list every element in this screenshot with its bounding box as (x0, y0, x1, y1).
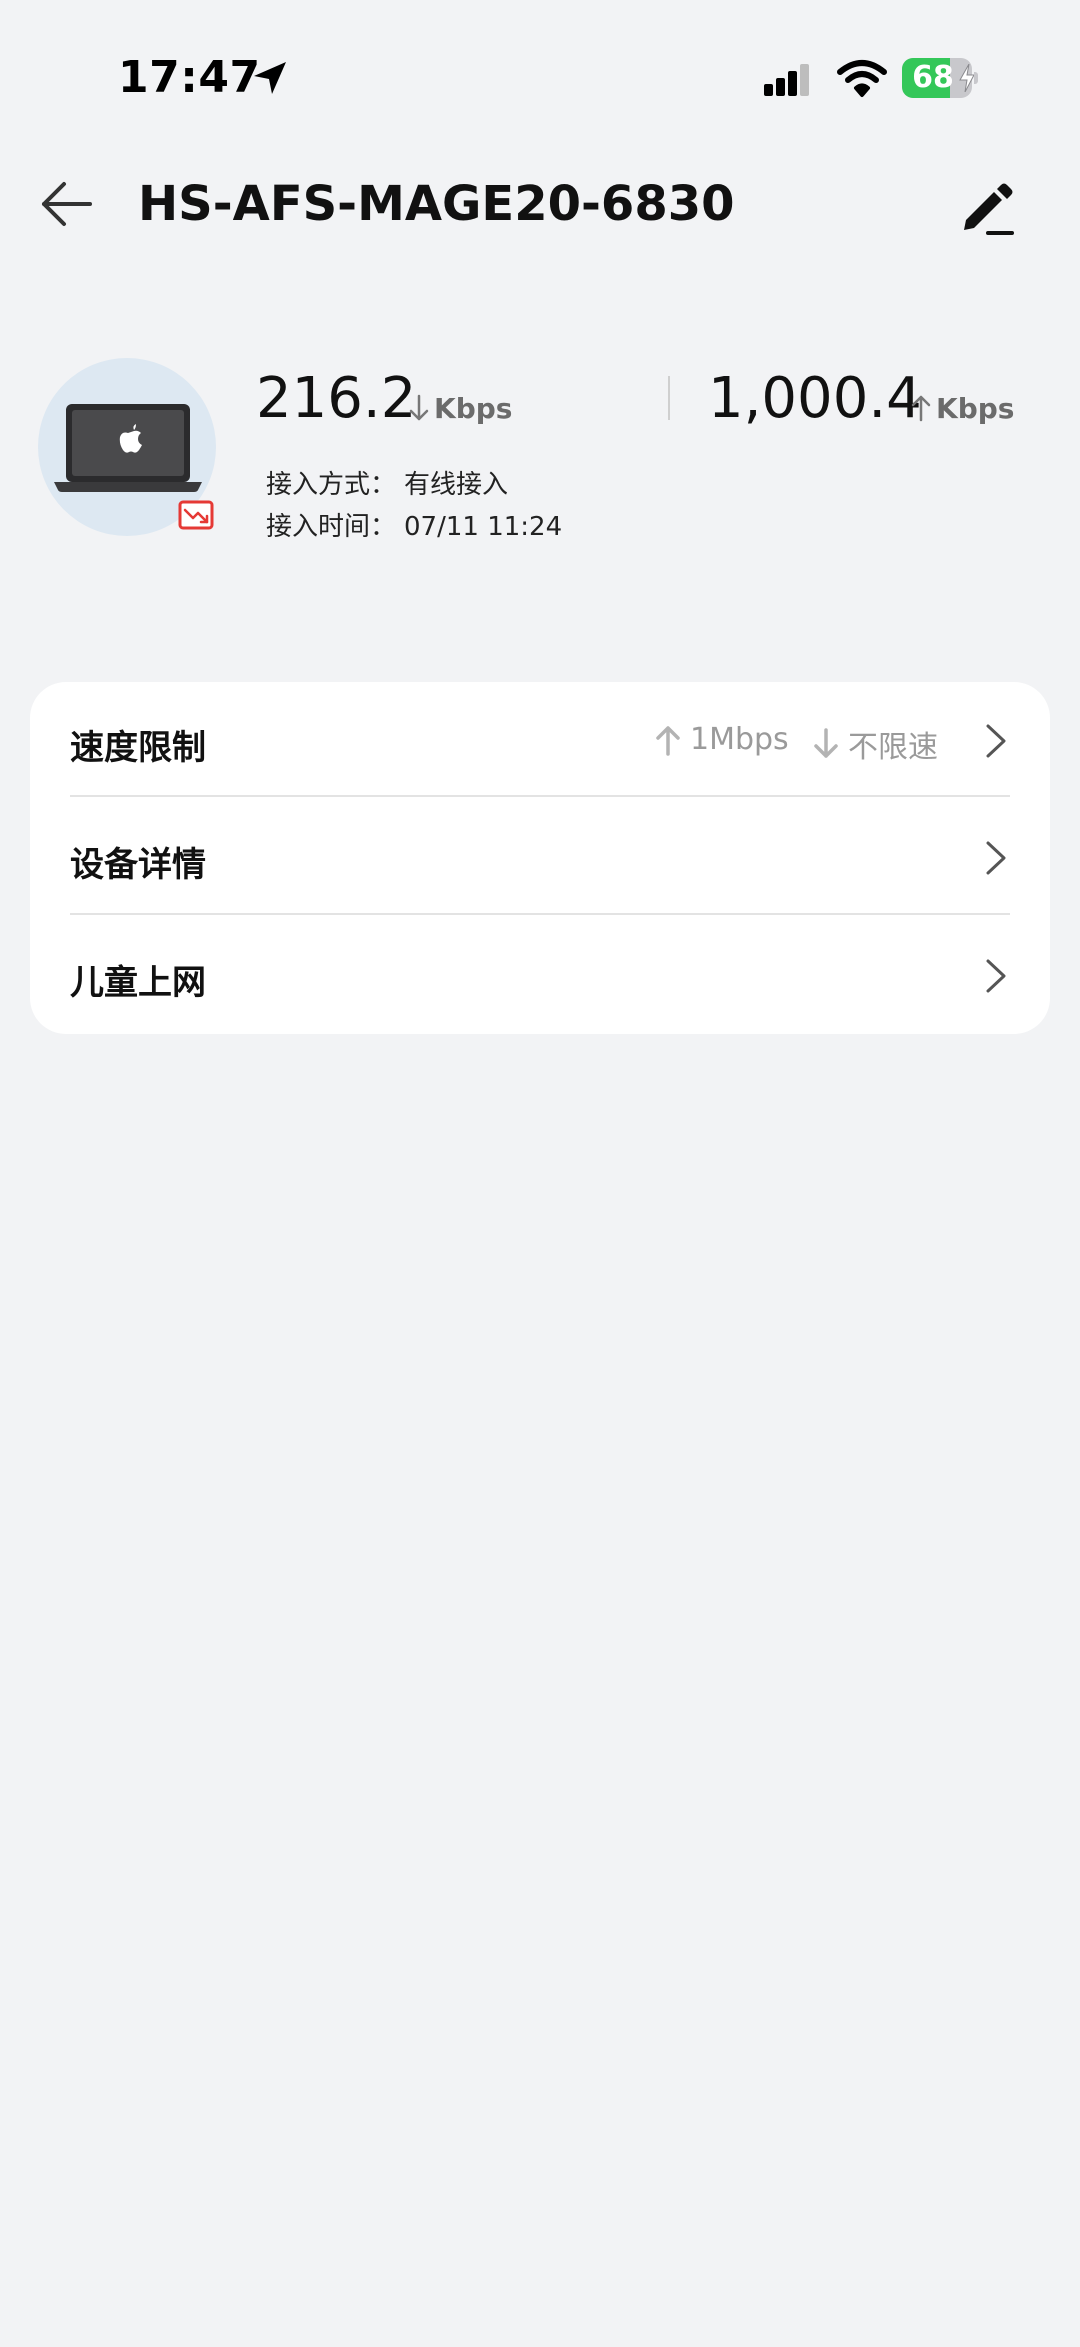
chevron-right-icon (986, 959, 1006, 993)
row-divider (70, 795, 1010, 797)
chevron-right-icon (986, 841, 1006, 875)
speed-limit-row[interactable]: 速度限制 1Mbps 不限速 (30, 682, 1050, 799)
page-title: HS-AFS-MAGE20-6830 (138, 176, 735, 232)
chevron-right-icon (986, 724, 1006, 758)
arrow-up-icon (911, 395, 931, 422)
arrow-down-icon (409, 394, 429, 421)
upload-speed-value: 1,000.4 (708, 366, 922, 431)
back-button[interactable] (36, 172, 100, 236)
upload-unit-label: Kbps (936, 391, 1015, 425)
cellular-signal-icon (764, 64, 809, 96)
download-speed-value: 216.2 (256, 366, 417, 431)
row-divider (70, 913, 1010, 915)
upload-limit: 1Mbps (654, 722, 789, 757)
access-time: 接入时间： 07/11 11:24 (266, 506, 562, 543)
download-limit-value: 不限速 (848, 730, 938, 765)
access-method-label: 接入方式： (266, 470, 397, 500)
download-unit-label: Kbps (434, 391, 513, 425)
location-arrow-icon (254, 62, 286, 94)
battery-indicator: 68 (902, 58, 978, 98)
child-internet-label: 儿童上网 (70, 963, 206, 1003)
limited-trend-icon (178, 500, 214, 530)
child-internet-row[interactable]: 儿童上网 (30, 917, 1050, 1034)
battery-level-text: 68 (912, 60, 954, 95)
access-method: 接入方式： 有线接入 (266, 464, 508, 501)
access-method-value: 有线接入 (404, 470, 509, 500)
download-unit: Kbps (408, 388, 512, 428)
edit-pencil-icon[interactable] (956, 176, 1020, 240)
settings-card: 速度限制 1Mbps 不限速 设备详情 儿童上网 (30, 682, 1050, 1034)
download-limit: 不限速 (812, 722, 938, 766)
wifi-icon (837, 60, 887, 97)
upload-limit-value: 1Mbps (690, 722, 789, 757)
arrow-up-icon (656, 725, 680, 756)
laptop-icon (54, 404, 202, 492)
battery-cap (974, 72, 978, 84)
access-time-value: 07/11 11:24 (404, 512, 563, 542)
speed-limit-values: 1Mbps 不限速 (30, 722, 1050, 765)
device-details-label: 设备详情 (70, 845, 206, 885)
access-time-label: 接入时间： (266, 512, 397, 542)
speed-divider (668, 376, 670, 420)
arrow-down-icon (814, 728, 838, 758)
upload-unit: Kbps (910, 388, 1014, 428)
status-bar: 17:47 68 (0, 0, 1080, 150)
status-time: 17:47 (118, 52, 261, 103)
device-details-row[interactable]: 设备详情 (30, 799, 1050, 916)
